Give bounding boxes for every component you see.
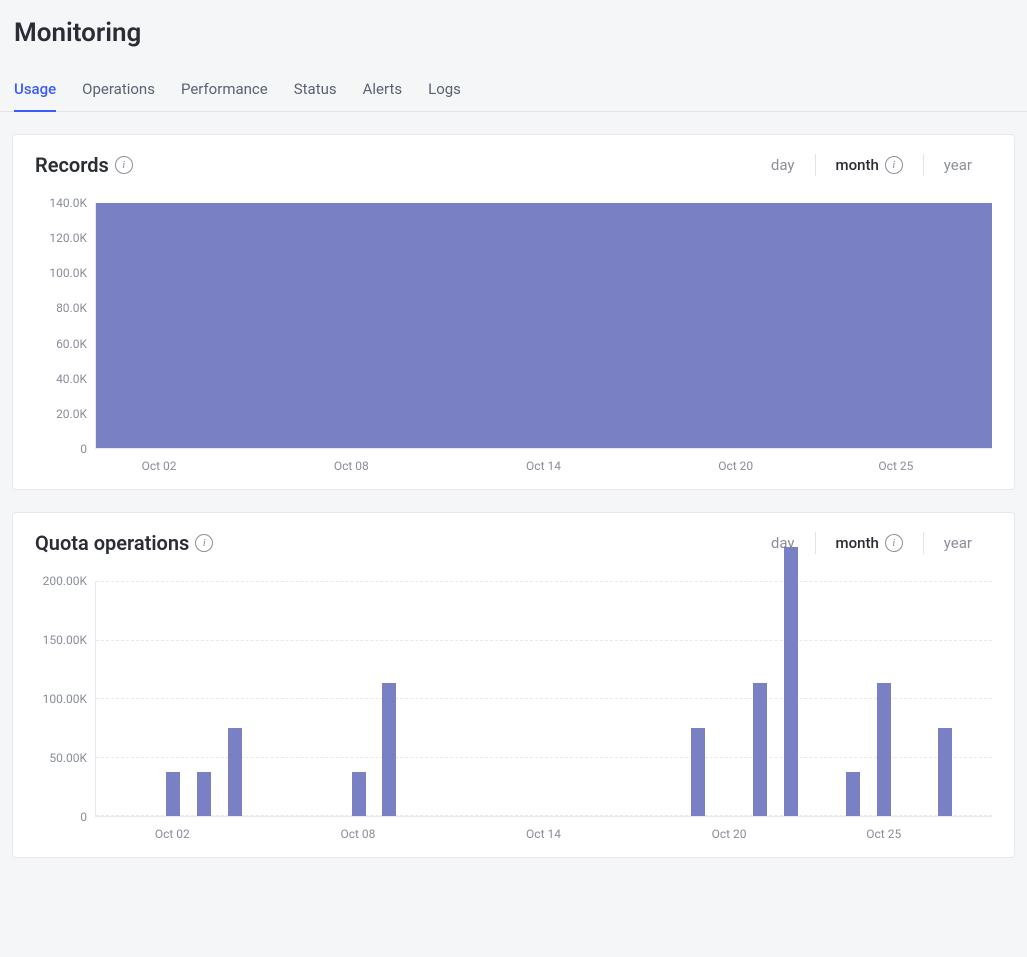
bar[interactable]	[197, 772, 211, 816]
bar[interactable]	[382, 683, 396, 816]
range-year[interactable]: year	[924, 156, 992, 174]
info-icon[interactable]: i	[885, 156, 903, 174]
tab-operations[interactable]: Operations	[82, 76, 155, 112]
info-icon[interactable]: i	[195, 534, 213, 552]
tab-usage[interactable]: Usage	[14, 76, 56, 112]
bar[interactable]	[753, 683, 767, 816]
tab-logs[interactable]: Logs	[428, 76, 461, 112]
bar[interactable]	[691, 728, 705, 817]
page-title: Monitoring	[0, 0, 1027, 76]
bar[interactable]	[938, 728, 952, 817]
tab-performance[interactable]: Performance	[181, 76, 268, 112]
tab-status[interactable]: Status	[294, 76, 337, 112]
tabs: Usage Operations Performance Status Aler…	[0, 76, 1027, 112]
range-month-label: month	[836, 156, 879, 174]
range-month[interactable]: month i	[816, 156, 923, 174]
quota-card: Quota operations i day month i year 200.…	[12, 512, 1015, 858]
bar[interactable]	[228, 728, 242, 817]
records-chart: 140.0K120.0K100.0K80.0K60.0K40.0K20.0K0	[35, 203, 992, 449]
info-icon[interactable]: i	[885, 534, 903, 552]
range-month[interactable]: month i	[816, 534, 923, 552]
bar[interactable]	[784, 547, 798, 816]
records-range-picker: day month i year	[751, 154, 992, 176]
range-day[interactable]: day	[751, 156, 815, 174]
range-year[interactable]: year	[924, 534, 992, 552]
bar[interactable]	[352, 772, 366, 816]
bar[interactable]	[846, 772, 860, 816]
quota-title: Quota operations	[35, 531, 189, 555]
records-title: Records	[35, 153, 109, 177]
quota-chart: 200.00K150.00K100.00K50.00K0	[35, 581, 992, 817]
info-icon[interactable]: i	[115, 156, 133, 174]
bar[interactable]	[877, 683, 891, 816]
range-day[interactable]: day	[751, 534, 815, 552]
range-month-label: month	[836, 534, 879, 552]
bar[interactable]	[166, 772, 180, 816]
tab-alerts[interactable]: Alerts	[363, 76, 403, 112]
records-card: Records i day month i year 140.0K120.0K1…	[12, 134, 1015, 490]
